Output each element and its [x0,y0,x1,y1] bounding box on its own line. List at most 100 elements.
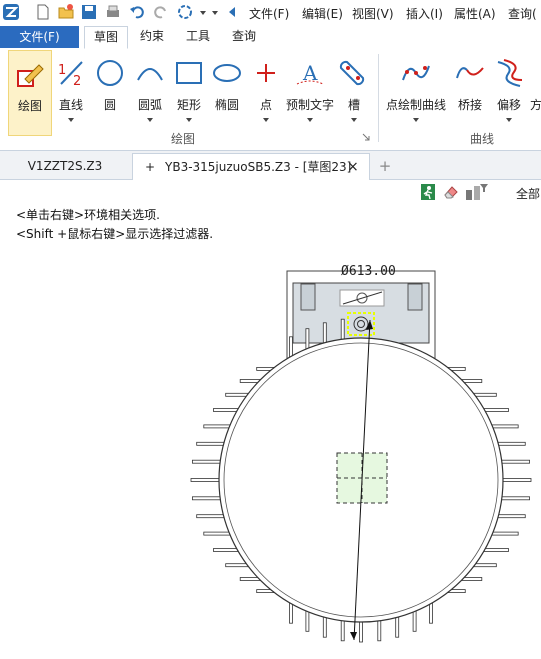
overflow-tool-button[interactable]: 方 [530,50,541,134]
menu-query[interactable]: 查询( [508,5,537,22]
preset-text-label: 预制文字 [285,98,334,112]
undo-icon[interactable] [128,3,146,21]
save-icon[interactable] [80,3,98,21]
cooling-fin [191,496,223,501]
cooling-fin [500,478,532,482]
housing-slot-left [300,283,316,311]
text-icon: A [296,61,324,85]
ellipse-tool-label: 椭圆 [214,98,239,112]
line-tool-button[interactable]: 1 2 直线 [52,50,90,134]
bridge-curve-icon [456,67,484,79]
diameter-arrow-bottom [350,632,357,640]
preset-text-dropdown-icon[interactable] [307,118,313,122]
open-folder-icon[interactable] [57,3,75,21]
doc-tab-v1zzt2s[interactable]: V1ZZT2S.Z3 [0,153,130,179]
slot-tool-label: 槽 [347,98,360,112]
redo-icon[interactable] [152,3,170,21]
draw-tool-button[interactable]: 绘图 [8,50,52,136]
point-plus-icon [257,64,275,82]
doc-tab-pin-icon[interactable]: + [145,154,155,180]
more-arrow-icon[interactable] [210,3,220,21]
title-bar: 文件(F) 编辑(E) 视图(V) 插入(I) 属性(A) 查询( [0,0,541,26]
offset-tool-label: 偏移 [496,98,521,112]
slot-dropdown-icon[interactable] [351,118,357,122]
arc-dropdown-icon[interactable] [147,118,153,122]
point-curve-label: 点绘制曲线 [385,98,446,112]
arc-tool-label: 圆弧 [137,98,162,112]
slot-icon [339,60,365,86]
bridge-tool-label: 桥接 [457,98,482,112]
cooling-fin [203,424,233,429]
point-tool-label: 点 [259,98,272,112]
svg-text:2: 2 [73,74,81,88]
new-tab-plus-icon[interactable]: + [376,153,394,179]
circle-tool-button[interactable]: 圆 [92,50,128,134]
sketch-drawing: Ø613.00 [190,264,532,643]
offset-tool-button[interactable]: 偏移 [490,50,528,134]
cooling-fin [489,531,519,536]
menu-edit[interactable]: 编辑(E) [302,5,343,22]
cooling-fin [395,614,400,638]
tab-query[interactable]: 查询 [222,26,266,47]
ellipse-icon [213,64,241,82]
file-tab-button[interactable]: 文件(F) [0,26,79,48]
cooling-fin [489,424,519,429]
menu-view[interactable]: 视图(V) [352,5,394,22]
close-tab-icon[interactable]: × [347,154,359,180]
ribbon-tab-row [0,26,541,49]
cooling-fin [495,514,526,519]
point-curve-tool-button[interactable]: 点绘制曲线 [384,50,448,134]
tab-tools[interactable]: 工具 [176,26,220,47]
cooling-fin [495,441,526,446]
cooling-fin [305,608,310,632]
doc-tab-yb3[interactable]: + YB3-315juzuoSB5.Z3 - [草图23] × [132,153,370,181]
overflow-tool-label: 方 [530,98,541,112]
point-curve-dropdown-icon[interactable] [413,118,419,122]
point-dropdown-icon[interactable] [263,118,269,122]
preset-text-tool-button[interactable]: A 预制文字 [284,50,336,134]
arc-tool-button[interactable]: 圆弧 [130,50,170,134]
tab-sketch[interactable]: 草图 [84,26,128,49]
arc-icon [137,68,163,81]
bridge-tool-button[interactable]: 桥接 [452,50,488,134]
menu-attribute[interactable]: 属性(A) [454,5,496,22]
menu-insert[interactable]: 插入(I) [406,5,443,22]
cooling-fin [322,322,327,346]
line-dropdown-icon[interactable] [68,118,74,122]
group-expand-icon[interactable] [362,133,370,141]
cooling-fin [213,548,241,552]
cooling-fin [499,459,530,464]
line-tool-label: 直线 [58,98,83,112]
cooling-fin [340,318,345,342]
ribbon-separator [378,54,379,142]
diameter-dimension[interactable]: Ø613.00 [341,264,396,279]
cooling-fin [191,459,223,464]
menu-left-arrow-icon[interactable] [226,3,238,21]
cooling-fin [322,614,327,638]
group-label-curve: 曲线 [470,132,495,146]
menu-file[interactable]: 文件(F) [249,5,289,22]
new-file-icon[interactable] [34,3,52,21]
slot-tool-button[interactable]: 槽 [338,50,370,134]
rectangle-tool-button[interactable]: 矩形 [170,50,208,134]
rectangle-icon [176,62,202,84]
rectangle-dropdown-icon[interactable] [186,118,192,122]
doc-tab-title: YB3-315juzuoSB5.Z3 - [草图23] [165,160,352,174]
dropdown-arrow-icon[interactable] [198,3,208,21]
offset-dropdown-icon[interactable] [506,118,512,122]
pencil-draw-icon [17,64,44,87]
point-tool-button[interactable]: 点 [248,50,284,134]
rebuild-icon[interactable] [176,3,194,21]
cooling-fin [481,548,509,552]
tab-constraint[interactable]: 约束 [130,26,174,47]
cooling-fin [481,408,509,412]
cooling-fin [340,618,345,642]
svg-text:1: 1 [58,63,66,78]
ellipse-tool-button[interactable]: 椭圆 [208,50,246,134]
print-icon[interactable] [104,3,122,21]
draw-tool-label: 绘图 [17,99,42,113]
cooling-fin [499,496,530,501]
cooling-fin [359,619,363,643]
app-logo-icon [3,4,19,20]
cooling-fin [203,531,233,536]
